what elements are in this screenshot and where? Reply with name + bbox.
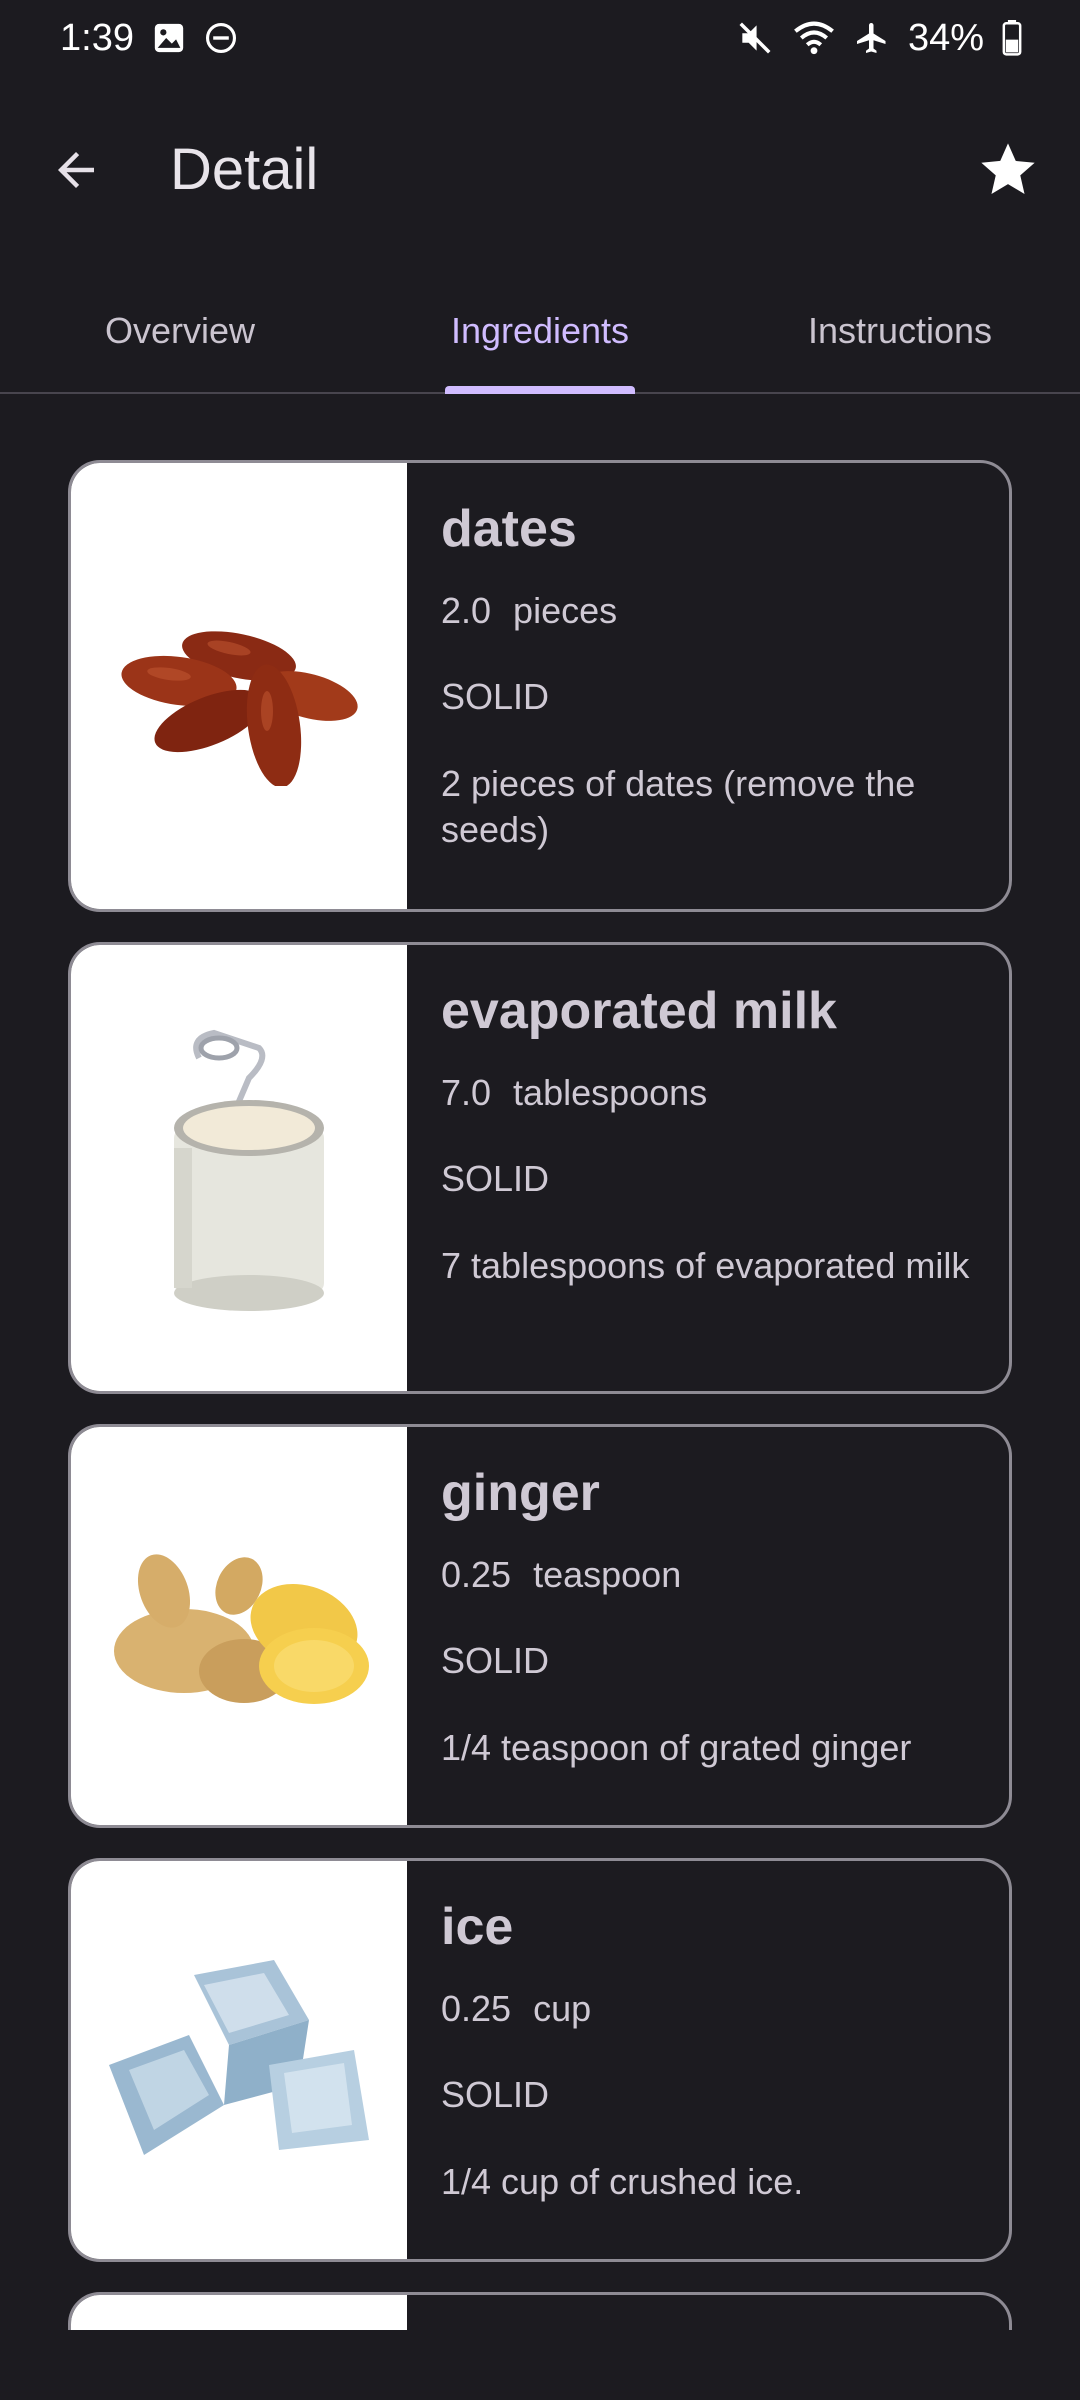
ingredient-unit: tablespoons	[513, 1072, 708, 1113]
ingredient-card[interactable]: ice 0.25 cup SOLID 1/4 cup of crushed ice…	[68, 1858, 1012, 2262]
ice-image	[71, 1861, 407, 2259]
tab-row: Overview Ingredients Instructions	[0, 280, 1080, 394]
battery-icon	[1002, 20, 1022, 56]
tab-overview[interactable]: Overview	[0, 280, 360, 392]
ingredient-details: ginger 0.25 teaspoon SOLID 1/4 teaspoon o…	[407, 1427, 1009, 1825]
ingredient-quantity: 2.0 pieces	[441, 589, 973, 633]
ginger-image	[71, 1427, 407, 1825]
milk-can-image	[71, 945, 407, 1391]
favorite-button[interactable]	[966, 128, 1050, 212]
ingredient-type: SOLID	[441, 676, 550, 717]
ingredient-details: ice 0.25 cup SOLID 1/4 cup of crushed ice…	[407, 1861, 1009, 2259]
ingredient-card[interactable]: ginger 0.25 teaspoon SOLID 1/4 teaspoon o…	[68, 1424, 1012, 1828]
ingredient-amount: 0.25	[441, 1988, 512, 2029]
status-right: 34%	[736, 17, 1022, 60]
ingredient-unit: pieces	[513, 590, 618, 631]
ingredient-description: 2 pieces of dates (remove the seeds)	[441, 763, 916, 850]
ingredient-unit: teaspoon	[533, 1554, 682, 1595]
ingredient-name: dates	[441, 500, 577, 558]
ingredient-card[interactable]: evaporated milk 7.0 tablespoons SOLID 7 t…	[68, 942, 1012, 1394]
status-bar: 1:39 34%	[0, 0, 1080, 76]
arrow-back-icon	[58, 152, 94, 188]
ingredient-name: ginger	[441, 1464, 600, 1522]
ingredient-description: 7 tablespoons of evaporated milk	[441, 1245, 970, 1286]
page-title: Detail	[170, 137, 319, 202]
ingredient-type: SOLID	[441, 2074, 550, 2115]
ingredient-image	[71, 2295, 407, 2330]
ingredient-name: ice	[441, 1898, 514, 1956]
ingredient-card[interactable]: dates 2.0 pieces SOLID 2 pieces of dates …	[68, 460, 1012, 912]
gallery-notification-icon	[152, 21, 186, 55]
ingredient-details	[407, 2295, 1009, 2330]
do-not-disturb-icon	[204, 21, 238, 55]
ingredient-amount: 7.0	[441, 1072, 492, 1113]
airplane-mode-icon	[854, 20, 890, 56]
ingredient-details: dates 2.0 pieces SOLID 2 pieces of dates …	[407, 463, 1009, 909]
status-left: 1:39	[60, 17, 238, 60]
ingredient-amount: 2.0	[441, 590, 492, 631]
ingredient-type: SOLID	[441, 1158, 550, 1199]
ingredient-description: 1/4 teaspoon of grated ginger	[441, 1727, 912, 1768]
ingredient-amount: 0.25	[441, 1554, 512, 1595]
active-tab-indicator	[445, 386, 635, 394]
star-icon	[981, 143, 1035, 194]
ingredient-quantity: 0.25 cup	[441, 1987, 973, 2031]
ingredient-quantity: 0.25 teaspoon	[441, 1553, 973, 1597]
battery-percentage: 34%	[907, 16, 984, 59]
ingredient-quantity: 7.0 tablespoons	[441, 1071, 973, 1115]
ingredient-name: evaporated milk	[441, 982, 837, 1040]
ingredient-card[interactable]	[68, 2292, 1012, 2330]
dates-image	[71, 463, 407, 909]
mute-icon	[736, 19, 774, 57]
wifi-icon	[792, 19, 836, 57]
top-app-bar: Detail	[0, 110, 1080, 230]
ingredient-type: SOLID	[441, 1640, 550, 1681]
back-button[interactable]	[38, 132, 114, 208]
ingredient-description: 1/4 cup of crushed ice.	[441, 2161, 804, 2202]
ingredient-details: evaporated milk 7.0 tablespoons SOLID 7 t…	[407, 945, 1009, 1391]
ingredient-unit: cup	[533, 1988, 592, 2029]
status-time: 1:39	[60, 16, 134, 59]
ingredient-list[interactable]: dates 2.0 pieces SOLID 2 pieces of dates …	[68, 460, 1012, 2330]
tab-instructions[interactable]: Instructions	[720, 280, 1080, 392]
tab-ingredients[interactable]: Ingredients	[360, 280, 720, 392]
